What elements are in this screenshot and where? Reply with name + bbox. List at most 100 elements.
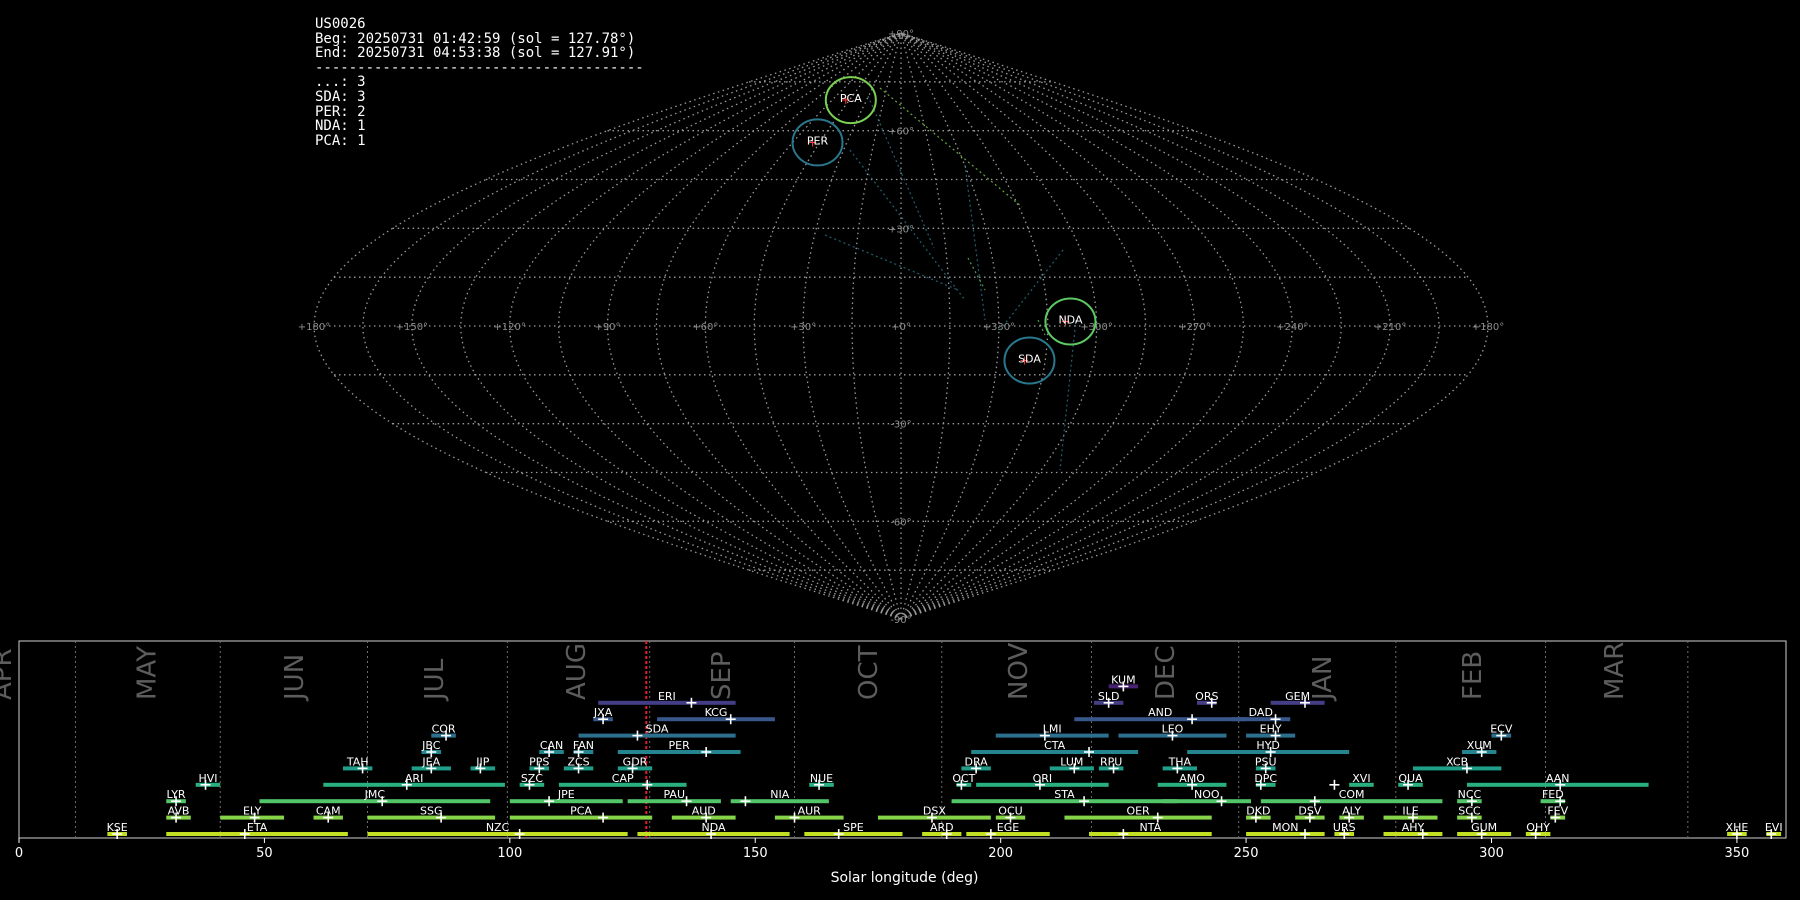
shower-label: PAU [664,788,686,801]
shower-hvi: HVI [195,772,221,790]
month-label: JAN [1308,656,1338,702]
shower-nue: NUE [809,772,834,790]
shower-aan: AAN [1466,772,1649,790]
shower-label: SSG [420,805,443,818]
shower-label: COR [432,723,456,736]
shower-label: HYD [1256,739,1279,752]
shower-label: ZCS [567,755,589,768]
shower-nia: NIA [730,788,829,807]
shower-cap: CAP [558,772,687,790]
shower-label: NIA [770,788,789,801]
x-tick-label: 150 [743,846,768,861]
shower-label: XCB [1446,755,1468,768]
shower-label: MON [1272,821,1298,834]
shower-label: ILE [1402,805,1418,818]
shower-label: GEM [1285,690,1310,703]
shower-label: SZC [521,772,544,785]
shower-label: KCG [705,706,728,719]
month-label: JUL [420,658,450,702]
shower-label: ORS [1195,690,1218,703]
shower-label: AUD [692,805,716,818]
shower-label: ORI [1033,772,1053,785]
shower-scc: SCC [1457,805,1482,823]
shower-leo: LEO [1118,723,1227,741]
shower-label: CAN [540,739,563,752]
shower-label: PPS [529,755,549,768]
shower-pps: PPS [529,755,549,774]
shower-label: LEO [1162,723,1184,736]
shower-aud: AUD [671,805,736,823]
shower-oer: OER [1064,805,1212,823]
shower-label: ARD [930,821,954,834]
shower-nda: NDA [637,821,790,839]
shower-gum: GUM [1457,821,1512,839]
month-label: DEC [1151,645,1181,700]
shower-label: DSX [923,805,946,818]
shower-jmc: JMC [259,788,491,807]
shower-label: COM [1339,788,1365,801]
shower-oct: OCT [952,772,976,790]
shower-label: NTA [1140,821,1162,834]
shower-ely: ELY [220,805,285,823]
shower-can: CAN [539,739,564,757]
month-label: AUG [562,643,592,700]
shower-label: ALY [1342,805,1361,818]
shower-label: DPC [1254,772,1277,785]
shower-label: RPU [1100,755,1122,768]
shower-label: KUM [1111,673,1135,686]
x-tick-label: 350 [1725,846,1750,861]
shower-aur: AUR [774,805,844,823]
shower-label: LUM [1060,755,1083,768]
shower-label: SLD [1098,690,1120,703]
shower-ssg: SSG [367,805,496,823]
shower-aly: ALY [1339,805,1364,823]
shower-label: DRA [965,755,989,768]
shower-hyd: HYD [1187,739,1350,757]
shower-pau: PAU [627,788,721,807]
shower-xcb: XCB [1412,755,1502,774]
shower-ari: ARI [323,772,505,790]
shower-com: COM [1260,788,1443,807]
shower-kcg: KCG [657,706,775,725]
shower-xum: XUM [1462,739,1497,757]
shower-zcs: ZCS [563,755,594,774]
shower-label: JIP [475,755,489,768]
shower-label: KSE [107,821,128,834]
shower-ecv: ECV [1490,723,1513,741]
shower-per: PER [617,739,741,757]
x-tick-label: 50 [256,846,273,861]
shower-label: SPE [843,821,864,834]
shower-label: XVI [1352,772,1370,785]
month-label: OCT [854,645,884,700]
shower-label: FEV [1547,805,1568,818]
shower-label: CAP [612,772,634,785]
shower-ncc: NCC [1457,788,1482,807]
shower-ehy: EHY [1246,723,1296,741]
shower-urs: URS [1333,821,1356,839]
shower-label: PCA [570,805,592,818]
shower-label: NCC [1458,788,1482,801]
month-label: SEP [707,651,737,700]
month-label: FEB [1458,651,1488,700]
shower-xvi: XVI [1329,772,1374,790]
shower-tah: TAH [342,755,373,774]
shower-tha: THA [1162,755,1197,774]
shower-label: OER [1126,805,1150,818]
shower-label: NDA [702,821,727,834]
x-tick-label: 300 [1479,846,1504,861]
shower-avb: AVB [166,805,191,823]
shower-szc: SZC [519,772,545,790]
shower-nta: NTA [1089,821,1212,839]
shower-spe: SPE [804,821,903,839]
shower-label: SCC [1458,805,1481,818]
shower-lum: LUM [1049,755,1094,774]
shower-label: AVB [168,805,190,818]
shower-ors: ORS [1195,690,1218,708]
shower-dpc: DPC [1254,772,1277,790]
shower-label: ELY [243,805,262,818]
shower-xhe: XHE [1726,821,1748,839]
shower-sta: STA [951,788,1178,807]
shower-jbc: JBC [421,739,442,757]
shower-label: AND [1148,706,1172,719]
shower-label: DKD [1246,805,1270,818]
